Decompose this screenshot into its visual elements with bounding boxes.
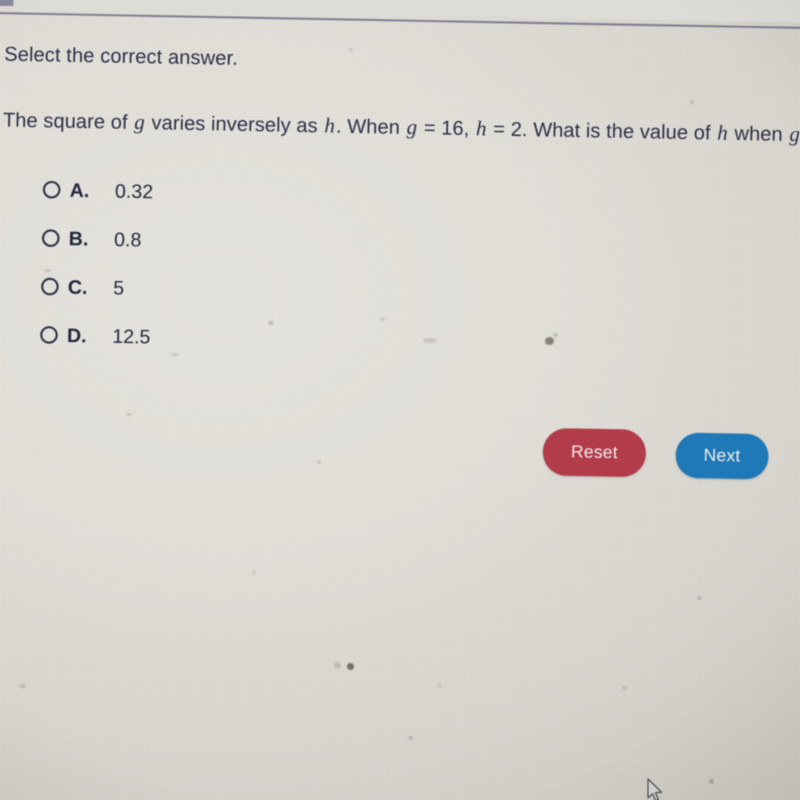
- radio-button-icon-b[interactable]: [41, 229, 60, 248]
- answer-option-a[interactable]: A. 0.32: [42, 179, 153, 229]
- question-part-1: The square of: [2, 109, 134, 135]
- assessment-page: Select the correct answer. The square of…: [0, 0, 800, 800]
- radio-button-icon-c[interactable]: [40, 277, 59, 296]
- option-value-b: 0.8: [113, 229, 142, 252]
- question-variable-h3: h: [717, 122, 729, 145]
- radio-button-icon-d[interactable]: [40, 326, 58, 344]
- option-letter-d: D.: [66, 325, 87, 348]
- question-variable-h2: h: [475, 117, 487, 141]
- answer-options-list: A. 0.32 B. 0.8 C. 5 D. 12.5: [40, 179, 154, 375]
- option-value-a: 0.32: [114, 181, 154, 204]
- option-value-d: 12.5: [112, 326, 151, 349]
- option-value-c: 5: [113, 277, 125, 300]
- question-variable-g2: g: [406, 116, 418, 140]
- answer-option-d[interactable]: D. 12.5: [40, 324, 151, 374]
- question-variable-g3: g: [789, 123, 800, 147]
- next-button[interactable]: Next: [675, 432, 769, 480]
- question-variable-g1: g: [134, 111, 146, 135]
- page-title: Select the correct answer.: [3, 43, 239, 71]
- question-text: The square of g varies inversely as h. W…: [3, 109, 800, 148]
- screen-photo: Select the correct answer. The square of…: [0, 0, 800, 800]
- option-letter-c: C.: [67, 277, 88, 300]
- question-variable-h1: h: [324, 114, 336, 138]
- question-part-3: . When: [335, 115, 406, 140]
- answer-option-c[interactable]: C. 5: [40, 276, 151, 326]
- option-letter-b: B.: [68, 228, 89, 251]
- question-part-2: varies inversely as: [145, 111, 324, 138]
- reset-button[interactable]: Reset: [542, 427, 647, 478]
- question-equation-2: = 2. What is the value of: [487, 117, 717, 145]
- question-equation-1: = 16,: [418, 116, 476, 141]
- answer-option-b[interactable]: B. 0.8: [41, 227, 152, 277]
- radio-button-icon-a[interactable]: [42, 180, 61, 199]
- top-chrome-block: [0, 0, 14, 7]
- question-part-4: when: [728, 122, 789, 147]
- option-letter-a: A.: [69, 180, 90, 203]
